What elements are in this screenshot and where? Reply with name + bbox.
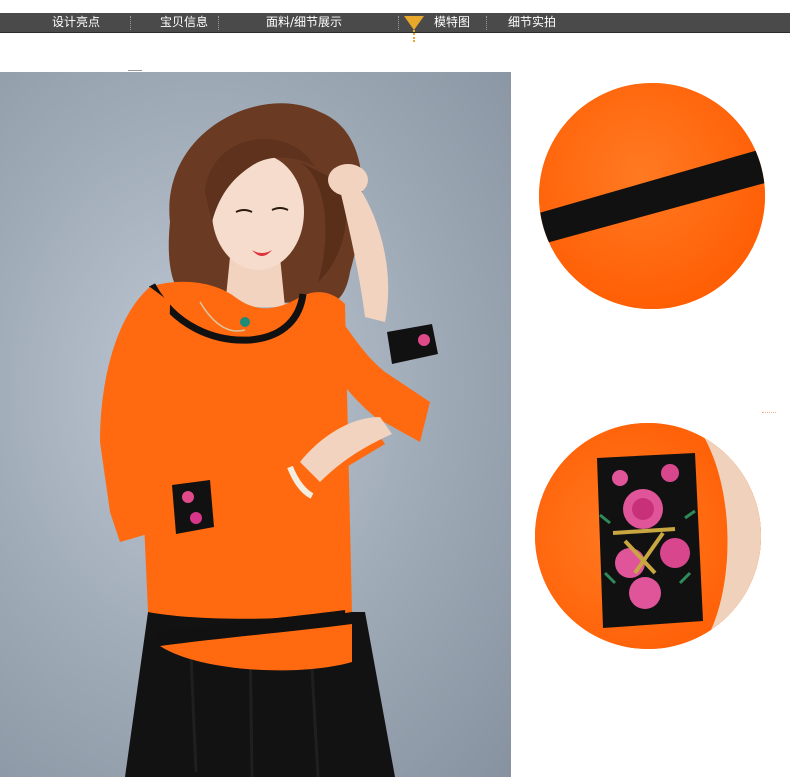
- decorative-mark: [128, 66, 142, 71]
- nav-item-detail-shots[interactable]: 细节实拍: [508, 13, 556, 32]
- nav-item-product-info[interactable]: 宝贝信息: [160, 13, 208, 32]
- nav-separator: [486, 16, 488, 30]
- detail-circle-stripe: [539, 83, 765, 309]
- nav-item-model-photos[interactable]: 模特图: [434, 13, 470, 32]
- detail-circle-embroidery: [535, 423, 761, 649]
- nav-separator: [130, 16, 132, 30]
- marker-line: [413, 30, 417, 42]
- triangle-down-icon: [404, 16, 424, 30]
- decorative-mark: [762, 412, 776, 415]
- nav-item-fabric-details[interactable]: 面料/细节展示: [266, 13, 342, 32]
- nav-strip: [0, 13, 790, 33]
- nav-separator: [218, 16, 220, 30]
- top-navigation: 设计亮点 宝贝信息 面料/细节展示 模特图 细节实拍: [0, 0, 790, 42]
- model-photo: [0, 72, 511, 777]
- nav-item-design-highlights[interactable]: 设计亮点: [52, 13, 100, 32]
- nav-separator: [398, 16, 400, 30]
